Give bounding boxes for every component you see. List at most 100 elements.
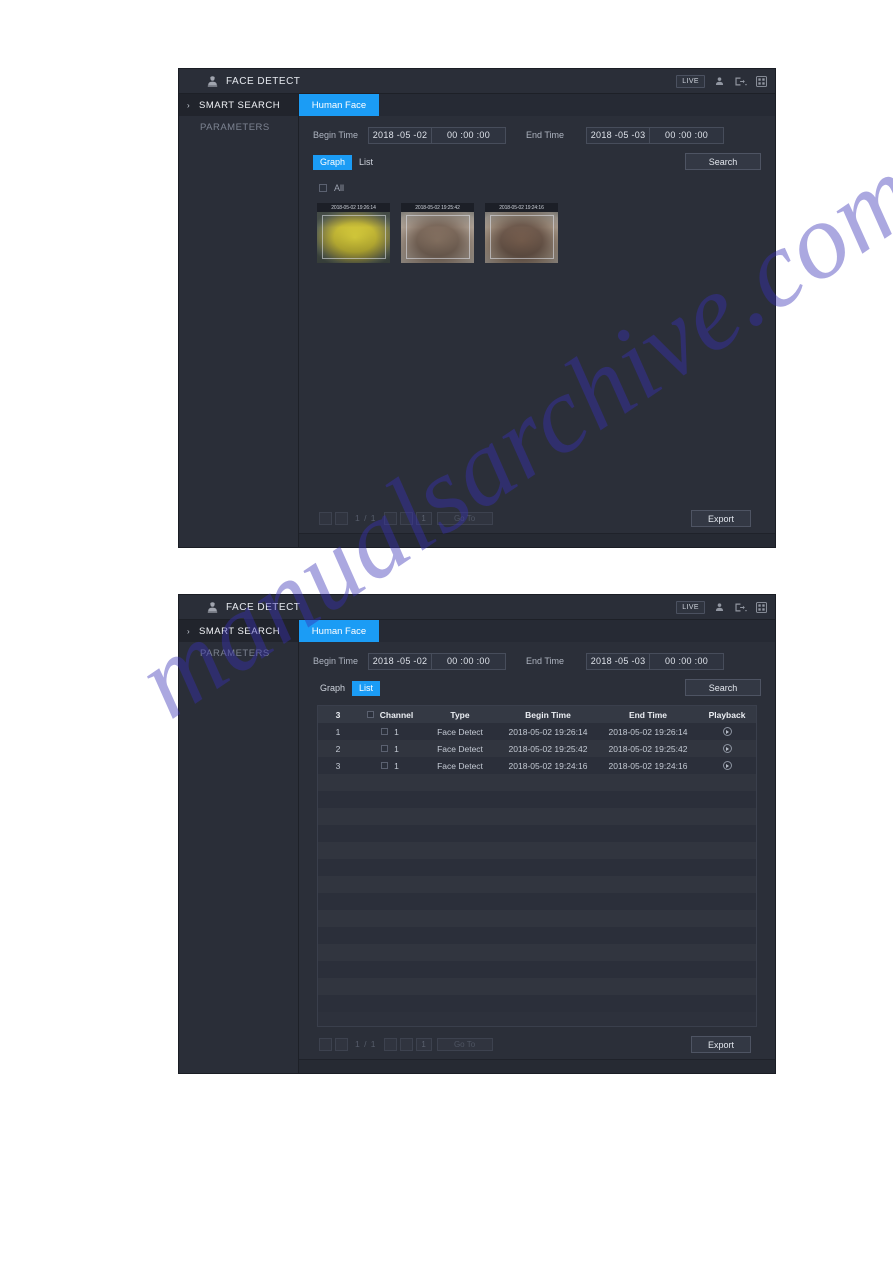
last-page-button[interactable] (399, 511, 413, 525)
search-button[interactable]: Search (685, 679, 761, 696)
row-channel: 1 (358, 744, 422, 754)
table-row[interactable]: 1 1 Face Detect 2018-05-02 19:26:14 2018… (318, 723, 756, 740)
view-toggle-graph[interactable]: Graph (313, 154, 353, 170)
view-toggle-graph[interactable]: Graph (313, 681, 352, 696)
tab-human-face[interactable]: Human Face (299, 620, 379, 642)
go-to-button[interactable]: Go To (436, 511, 493, 525)
table-row[interactable]: 2 1 Face Detect 2018-05-02 19:25:42 2018… (318, 740, 756, 757)
header-count: 3 (335, 709, 341, 720)
titlebar-left-group: FACE DETECT (206, 601, 300, 614)
end-date-input[interactable]: 2018 -05 -03 (586, 126, 651, 144)
row-playback-cell[interactable] (698, 727, 756, 736)
row-end-time: 2018-05-02 19:26:14 (608, 726, 688, 737)
graph-panel: Begin Time 2018 -05 -02 00 :00 :00 End T… (299, 116, 775, 533)
chevron-right-icon: › (187, 100, 191, 110)
page-number-input[interactable]: 1 (415, 1037, 432, 1051)
row-checkbox[interactable] (381, 762, 389, 769)
play-icon[interactable] (722, 761, 732, 770)
user-icon[interactable] (714, 602, 725, 613)
sidebar: › SMART SEARCH PARAMETERS (179, 620, 299, 1073)
tab-human-face[interactable]: Human Face (299, 94, 379, 116)
row-checkbox[interactable] (381, 745, 389, 752)
window-title: FACE DETECT (226, 601, 301, 613)
header-playback: Playback (708, 709, 746, 720)
page-number-input[interactable]: 1 (415, 511, 432, 525)
results-table: 3 Channel Type Begin Time End Time Playb… (317, 705, 757, 1027)
table-row-empty (318, 944, 756, 961)
next-page-button[interactable] (383, 1037, 397, 1051)
go-to-button[interactable]: Go To (436, 1037, 493, 1051)
view-toggle-list[interactable]: List (352, 155, 380, 170)
row-channel: 1 (358, 727, 422, 737)
end-time-input[interactable]: 00 :00 :00 (650, 652, 725, 670)
sidebar-item-smart-search[interactable]: › SMART SEARCH (179, 620, 298, 642)
window-bottom-bar (299, 1059, 775, 1073)
play-icon[interactable] (722, 727, 732, 736)
select-all-checkbox[interactable] (319, 184, 327, 192)
table-row-empty (318, 791, 756, 808)
view-toggle-list[interactable]: List (352, 680, 381, 696)
page-indicator: 1 / 1 (355, 513, 377, 523)
live-badge[interactable]: LIVE (676, 600, 705, 614)
row-channel-value: 1 (394, 743, 399, 754)
header-channel-label: Channel (379, 709, 414, 720)
row-checkbox[interactable] (381, 728, 389, 735)
thumbnail-item[interactable]: 2018-05-02 19:24:16 (485, 203, 558, 263)
select-all-checkbox[interactable] (366, 711, 374, 718)
export-button[interactable]: Export (691, 510, 751, 527)
last-page-button[interactable] (399, 1037, 413, 1051)
begin-time-input[interactable]: 00 :00 :00 (432, 126, 507, 144)
page-indicator: 1 / 1 (355, 1039, 377, 1049)
row-begin-time: 2018-05-02 19:24:16 (508, 760, 588, 771)
table-row-empty (318, 961, 756, 978)
thumbnail-face-image[interactable] (485, 212, 558, 263)
face-detect-icon (206, 601, 219, 614)
row-end-time: 2018-05-02 19:25:42 (608, 743, 688, 754)
titlebar-right-group: LIVE (676, 69, 767, 93)
begin-time-input[interactable]: 00 :00 :00 (432, 652, 507, 670)
thumbnail-item[interactable]: 2018-05-02 19:25:42 (401, 203, 474, 263)
live-badge[interactable]: LIVE (676, 74, 705, 88)
end-time-input[interactable]: 00 :00 :00 (650, 126, 725, 144)
next-page-button[interactable] (383, 511, 397, 525)
begin-time-label: Begin Time (313, 130, 359, 140)
thumbnail-item[interactable]: 2018-05-02 19:26:14 (317, 203, 390, 263)
grid-icon[interactable] (756, 601, 767, 613)
header-end-time: End Time (628, 709, 668, 720)
end-time-label: End Time (526, 130, 565, 140)
thumbnail-face-image[interactable] (401, 212, 474, 263)
logout-icon[interactable] (734, 76, 747, 87)
prev-page-button[interactable] (335, 1037, 348, 1051)
first-page-button[interactable] (319, 1037, 332, 1051)
select-all-row[interactable]: All (319, 181, 761, 195)
sidebar-item-parameters[interactable]: PARAMETERS (179, 642, 298, 664)
export-button[interactable]: Export (691, 1036, 751, 1053)
table-row-empty (318, 910, 756, 927)
sidebar-item-label: SMART SEARCH (199, 625, 281, 637)
play-icon[interactable] (722, 744, 732, 753)
end-date-input[interactable]: 2018 -05 -03 (586, 652, 651, 670)
face-detect-window-graph: FACE DETECT LIVE › SMART SEARCH PARAMETE… (178, 68, 776, 548)
sidebar-item-smart-search[interactable]: › SMART SEARCH (179, 94, 298, 116)
row-playback-cell[interactable] (698, 744, 756, 753)
user-icon[interactable] (714, 76, 725, 87)
header-begin-time: Begin Time (525, 709, 571, 720)
face-bounding-box (406, 215, 470, 259)
first-page-button[interactable] (319, 511, 332, 525)
logout-icon[interactable] (734, 602, 747, 613)
window-body: › SMART SEARCH PARAMETERS Human Face Beg… (179, 94, 775, 547)
prev-page-button[interactable] (335, 511, 348, 525)
begin-date-input[interactable]: 2018 -05 -02 (368, 126, 433, 144)
row-type: Face Detect (437, 743, 483, 754)
search-button[interactable]: Search (685, 153, 761, 170)
grid-icon[interactable] (756, 75, 767, 87)
row-type: Face Detect (437, 760, 483, 771)
begin-date-input[interactable]: 2018 -05 -02 (368, 652, 433, 670)
thumbnail-timestamp: 2018-05-02 19:24:16 (485, 203, 558, 212)
table-row[interactable]: 3 1 Face Detect 2018-05-02 19:24:16 2018… (318, 757, 756, 774)
content-area: Human Face Begin Time 2018 -05 -02 00 :0… (299, 620, 775, 1073)
thumbnail-face-image[interactable] (317, 212, 390, 263)
row-begin-time: 2018-05-02 19:26:14 (508, 726, 588, 737)
row-playback-cell[interactable] (698, 761, 756, 770)
sidebar-item-parameters[interactable]: PARAMETERS (179, 116, 298, 138)
